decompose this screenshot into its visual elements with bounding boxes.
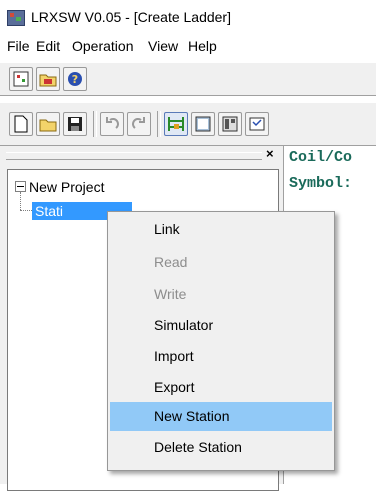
new-file-button[interactable]	[9, 112, 33, 136]
ladder-view-button[interactable]	[164, 112, 188, 136]
open-folder-icon	[39, 119, 57, 132]
app-icon	[7, 10, 25, 26]
save-icon	[68, 117, 82, 131]
tree-root-project[interactable]: New Project	[29, 179, 104, 195]
station-button[interactable]	[245, 112, 269, 136]
menu-item-simulator[interactable]: Simulator	[110, 311, 332, 340]
open-file-button[interactable]	[36, 112, 60, 136]
menu-item-read[interactable]: Read	[110, 248, 332, 277]
toolbar-separator	[157, 111, 161, 137]
new-ladder-button[interactable]	[9, 67, 33, 91]
svg-text:?: ?	[72, 73, 78, 86]
context-menu: Link Read Write Simulator Import Export …	[107, 211, 335, 471]
help-button[interactable]: ?	[63, 67, 87, 91]
monitor-icon	[195, 116, 211, 132]
monitor-button[interactable]	[191, 112, 215, 136]
new-file-icon	[14, 115, 28, 133]
menu-help[interactable]: Help	[186, 38, 219, 54]
panel-grip[interactable]	[6, 152, 262, 160]
menu-item-write[interactable]: Write	[110, 280, 332, 309]
save-button[interactable]	[63, 112, 87, 136]
menu-file[interactable]: File	[5, 38, 32, 54]
menu-item-link[interactable]: Link	[110, 215, 332, 244]
menu-bar: File Edit Operation View Help	[0, 34, 376, 60]
menu-item-delete-station[interactable]: Delete Station	[110, 433, 332, 462]
menu-item-new-station[interactable]: New Station	[110, 402, 332, 431]
tree-connector	[20, 210, 32, 211]
open-project-button[interactable]	[36, 67, 60, 91]
undo-icon	[106, 117, 119, 129]
menu-edit[interactable]: Edit	[34, 38, 62, 54]
help-icon: ?	[68, 72, 82, 86]
window-title: LRXSW V0.05 - [Create Ladder]	[31, 9, 231, 25]
menu-item-export[interactable]: Export	[110, 373, 332, 402]
redo-icon	[132, 117, 145, 129]
ladder-view-icon	[168, 117, 184, 131]
undo-button[interactable]	[100, 112, 124, 136]
station-icon	[249, 117, 265, 131]
collapse-icon[interactable]	[15, 181, 26, 192]
toolbar-separator	[93, 111, 97, 137]
program-button[interactable]	[218, 112, 242, 136]
editor-text: Coil/Co	[289, 149, 353, 166]
program-icon	[222, 116, 238, 132]
new-ladder-icon	[13, 71, 29, 87]
menu-view[interactable]: View	[146, 38, 180, 54]
redo-button[interactable]	[127, 112, 151, 136]
toolbar-main	[0, 102, 376, 146]
tree-connector	[20, 192, 21, 210]
editor-text: Symbol:	[289, 175, 353, 192]
open-folder-icon	[39, 74, 57, 87]
menu-item-import[interactable]: Import	[110, 342, 332, 371]
toolbar-top: ?	[0, 62, 376, 96]
menu-operation[interactable]: Operation	[70, 38, 135, 54]
close-icon[interactable]: ×	[266, 146, 274, 161]
title-bar: LRXSW V0.05 - [Create Ladder]	[0, 0, 376, 34]
